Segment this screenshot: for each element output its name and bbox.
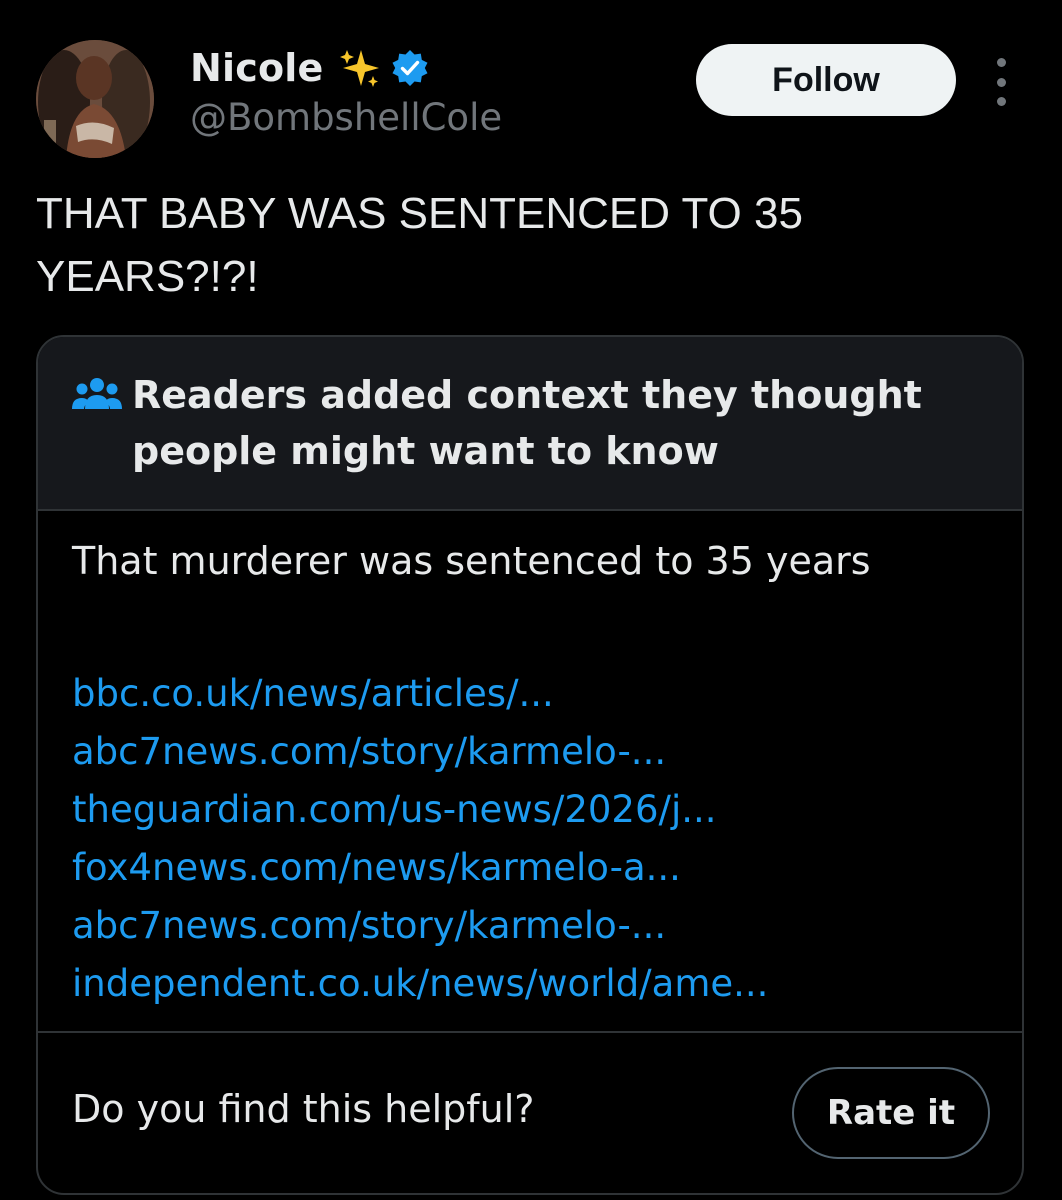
tweet-text: THAT BABY WAS SENTENCED TO 35 YEARS?!?! bbox=[36, 189, 803, 301]
avatar[interactable] bbox=[36, 40, 154, 158]
verified-badge-icon[interactable] bbox=[391, 49, 429, 87]
source-link[interactable]: independent.co.uk/news/world/ame... bbox=[72, 955, 992, 1013]
more-dot bbox=[996, 58, 1006, 67]
more-options-icon[interactable] bbox=[986, 58, 1016, 106]
author-name-row: Nicole bbox=[190, 42, 429, 94]
follow-button[interactable]: Follow bbox=[696, 44, 956, 116]
tweet-header: Nicole @BombshellCole Follow bbox=[0, 0, 1062, 170]
people-icon bbox=[72, 375, 122, 417]
more-dot bbox=[996, 77, 1006, 87]
avatar-image bbox=[36, 40, 154, 158]
community-note-card: Readers added context they thought peopl… bbox=[36, 335, 1024, 1195]
rate-it-button[interactable]: Rate it bbox=[792, 1067, 990, 1159]
source-link[interactable]: theguardian.com/us-news/2026/j... bbox=[72, 781, 992, 839]
author-handle[interactable]: @BombshellCole bbox=[190, 96, 502, 139]
sparkles-icon bbox=[337, 46, 381, 90]
source-link[interactable]: abc7news.com/story/karmelo-... bbox=[72, 723, 992, 781]
community-note-body: That murderer was sentenced to 35 years … bbox=[72, 533, 992, 1013]
source-link[interactable]: abc7news.com/story/karmelo-... bbox=[72, 897, 992, 955]
community-note-text: That murderer was sentenced to 35 years bbox=[72, 539, 871, 583]
more-dot bbox=[996, 97, 1006, 106]
source-link[interactable]: bbc.co.uk/news/articles/... bbox=[72, 665, 992, 723]
community-note-links: bbc.co.uk/news/articles/... abc7news.com… bbox=[72, 665, 992, 1013]
helpful-prompt: Do you find this helpful? bbox=[72, 1087, 535, 1131]
author-name[interactable]: Nicole bbox=[190, 46, 323, 90]
source-link[interactable]: fox4news.com/news/karmelo-a... bbox=[72, 839, 992, 897]
community-note-footer: Do you find this helpful? Rate it bbox=[38, 1031, 1022, 1193]
community-note-header: Readers added context they thought peopl… bbox=[38, 337, 1022, 511]
community-note-title: Readers added context they thought peopl… bbox=[132, 373, 922, 473]
